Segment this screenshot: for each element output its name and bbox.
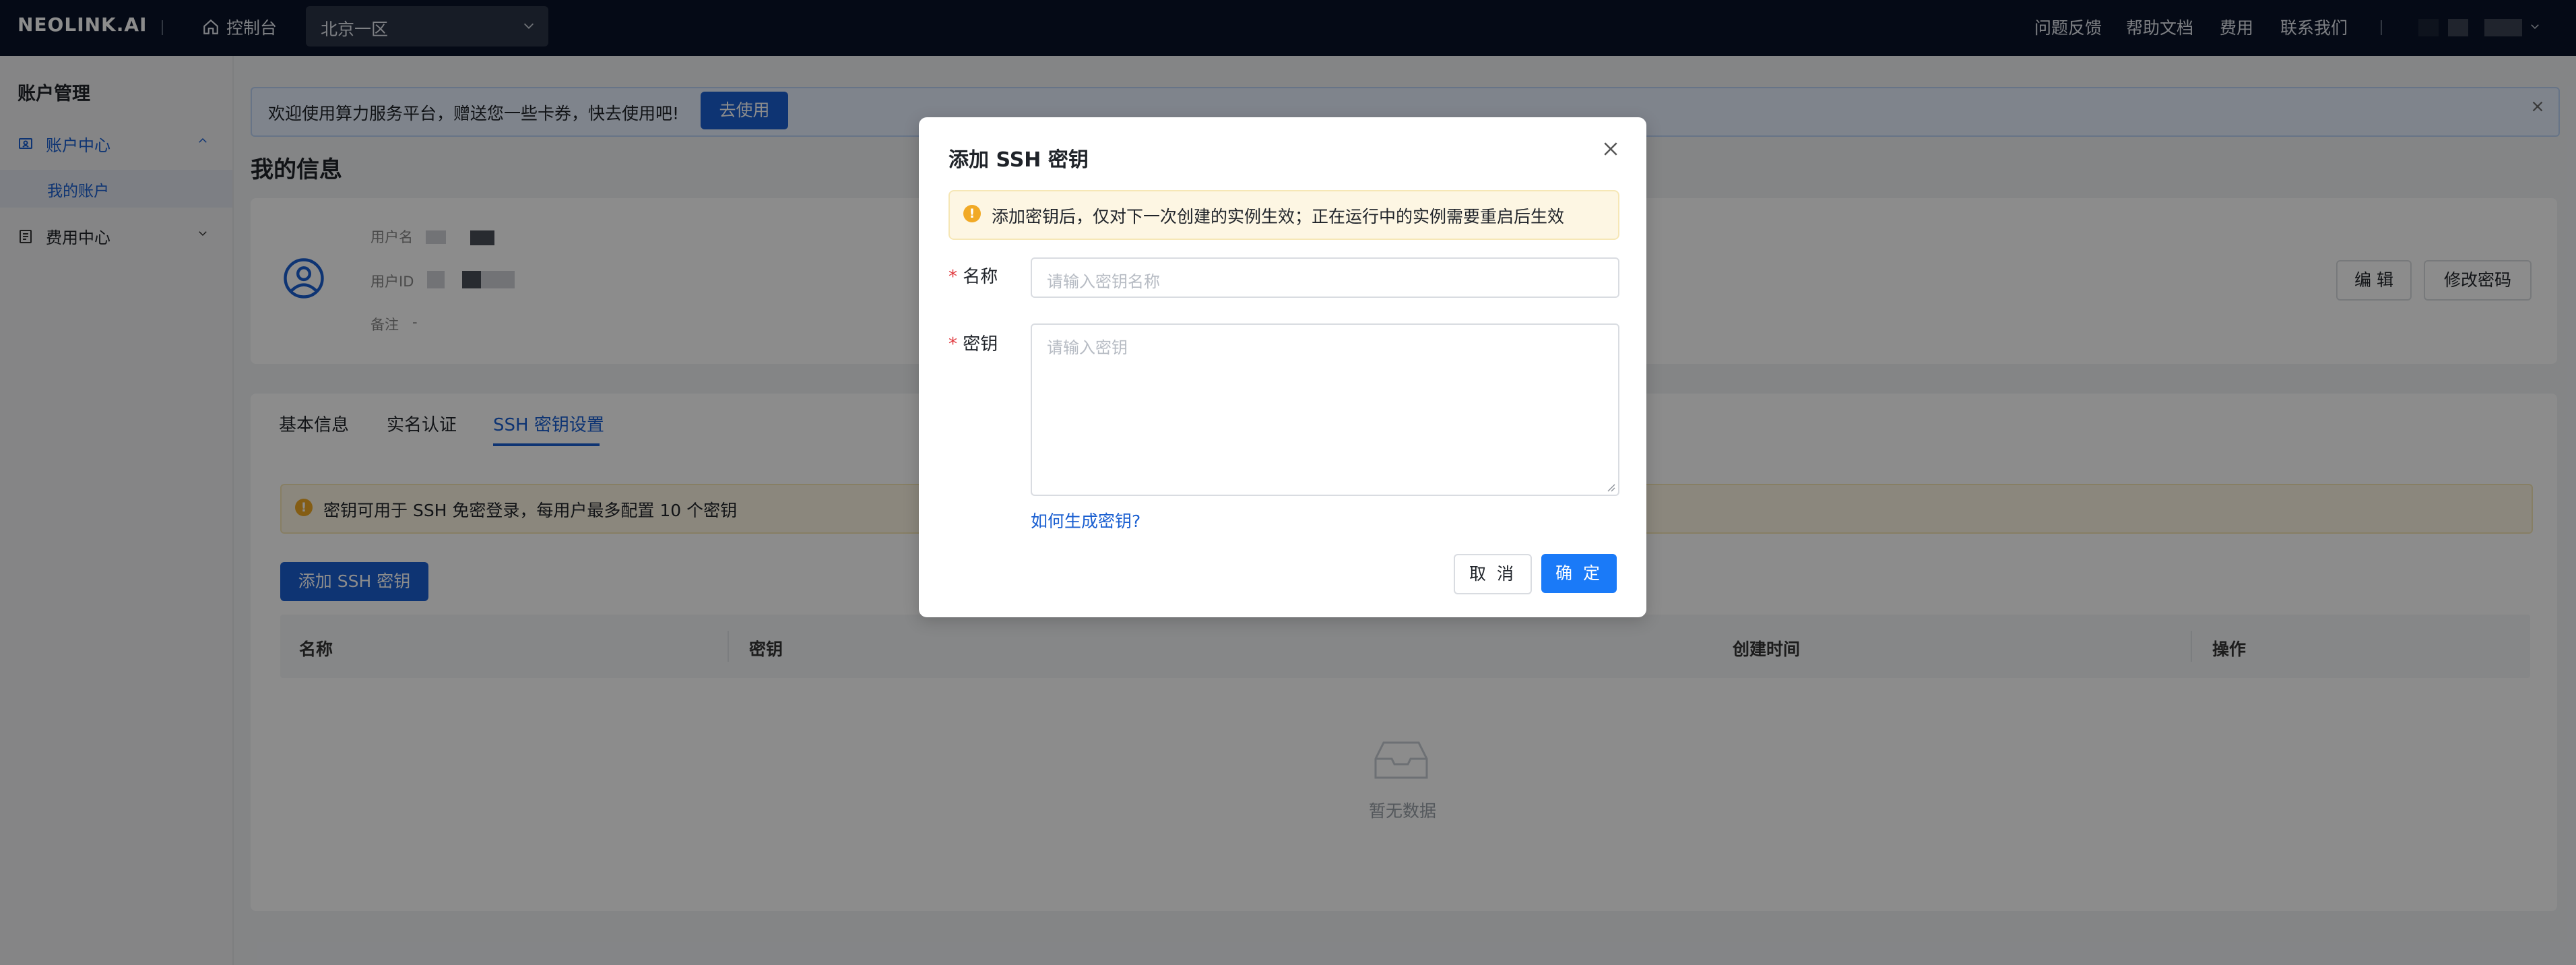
resize-handle-icon[interactable]: [1606, 482, 1615, 492]
input-placeholder: 请输入密钥名称: [1047, 272, 1160, 291]
confirm-button[interactable]: 确 定: [1541, 554, 1617, 593]
name-field-label: * 名称: [948, 267, 998, 287]
how-to-generate-key-link[interactable]: 如何生成密钥?: [1031, 508, 1140, 532]
textarea-placeholder: 请输入密钥: [1047, 338, 1128, 357]
warning-icon: !: [963, 205, 981, 222]
key-name-input[interactable]: 请输入密钥名称: [1031, 257, 1619, 298]
modal-alert-text: 添加密钥后，仅对下一次创建的实例生效；正在运行中的实例需要重启后生效: [992, 207, 1565, 226]
modal-alert: ! 添加密钥后，仅对下一次创建的实例生效；正在运行中的实例需要重启后生效: [948, 190, 1619, 240]
close-icon[interactable]: [1601, 139, 1621, 159]
required-mark: *: [948, 334, 957, 354]
cancel-button[interactable]: 取 消: [1454, 554, 1532, 594]
required-mark: *: [948, 267, 957, 287]
modal-title: 添加 SSH 密钥: [948, 148, 1089, 172]
key-textarea[interactable]: 请输入密钥: [1031, 323, 1619, 496]
add-ssh-key-modal: 添加 SSH 密钥 ! 添加密钥后，仅对下一次创建的实例生效；正在运行中的实例需…: [919, 117, 1646, 617]
key-field-label: * 密钥: [948, 334, 998, 354]
